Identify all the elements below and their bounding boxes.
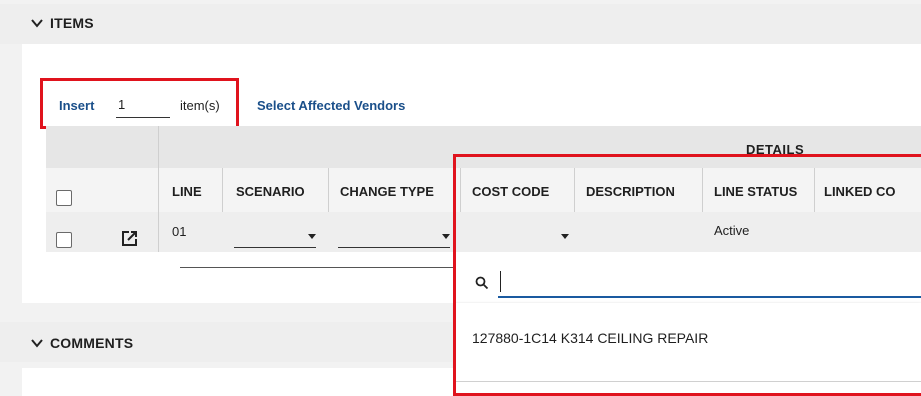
column-header-scenario[interactable]: SCENARIO: [236, 184, 305, 199]
column-divider: [158, 126, 159, 252]
chevron-down-icon: [31, 339, 43, 348]
column-divider: [222, 168, 223, 212]
comments-section-header[interactable]: COMMENTS: [0, 322, 453, 362]
chevron-down-icon: [442, 234, 450, 239]
items-section-title: ITEMS: [50, 15, 94, 31]
insert-highlight-box: [40, 78, 239, 129]
chevron-down-icon: [31, 19, 43, 28]
select-all-checkbox[interactable]: [56, 190, 72, 206]
open-external-icon[interactable]: [121, 230, 138, 247]
scenario-underline: [234, 247, 316, 248]
column-divider: [328, 168, 329, 212]
scenario-select[interactable]: [234, 226, 316, 248]
row-checkbox[interactable]: [56, 232, 72, 248]
change-type-select[interactable]: [338, 226, 450, 248]
column-header-change-type[interactable]: CHANGE TYPE: [340, 184, 434, 199]
comments-card: [22, 368, 453, 396]
select-affected-vendors-link[interactable]: Select Affected Vendors: [257, 98, 405, 113]
items-section-header[interactable]: ITEMS: [0, 4, 921, 44]
cost-code-highlight-box: [453, 154, 921, 396]
row-line-number: 01: [172, 224, 187, 239]
comments-section-title: COMMENTS: [50, 335, 134, 351]
chevron-down-icon: [308, 234, 316, 239]
column-header-line[interactable]: LINE: [172, 184, 202, 199]
change-type-underline: [338, 247, 450, 248]
